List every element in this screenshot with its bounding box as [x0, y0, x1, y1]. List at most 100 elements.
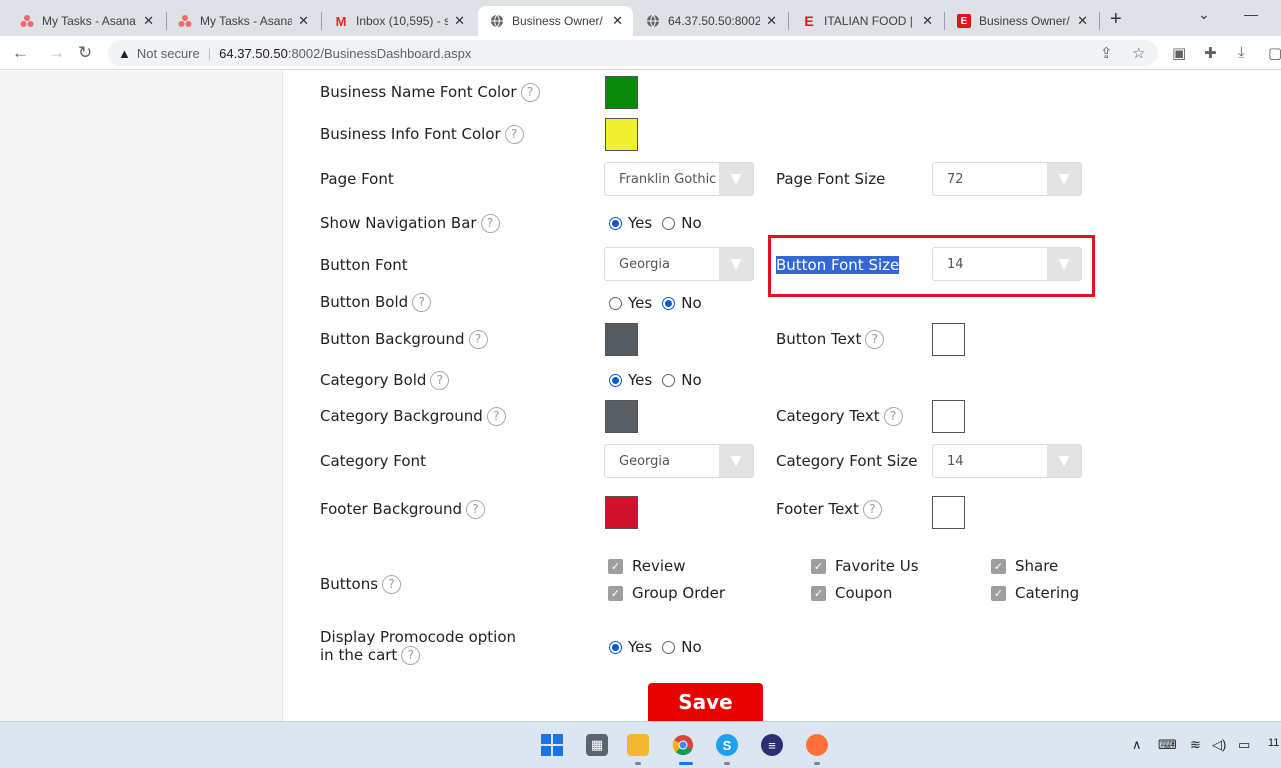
browser-tab-4[interactable]: Business Owner/ ✕ — [478, 6, 633, 36]
help-icon[interactable]: ? — [382, 575, 402, 594]
address-bar[interactable]: ▲ Not secure | 64.37.50.50:8002/Business… — [108, 40, 1158, 66]
file-explorer-icon[interactable] — [627, 734, 649, 756]
coupon-checkbox[interactable]: ✓ Coupon — [811, 584, 892, 602]
tab-title: Business Owner/ — [512, 14, 603, 28]
button-text-swatch[interactable] — [932, 323, 965, 356]
keyboard-icon[interactable]: ⌨ — [1158, 737, 1177, 753]
favorite-us-checkbox[interactable]: ✓ Favorite Us — [811, 557, 919, 575]
review-checkbox[interactable]: ✓ Review — [608, 557, 686, 575]
promocode-yes-radio[interactable] — [609, 640, 622, 654]
category-background-swatch[interactable] — [605, 400, 638, 433]
group-order-checkbox[interactable]: ✓ Group Order — [608, 584, 725, 602]
business-info-font-color-swatch[interactable] — [605, 118, 638, 151]
promocode-label: Display Promocode option in the cart? — [320, 628, 517, 665]
show-navigation-bar-no-radio[interactable] — [662, 216, 676, 230]
download-icon[interactable]: ⤓ — [1238, 44, 1245, 61]
close-tab-icon[interactable]: ✕ — [922, 13, 933, 29]
browser-tab-1[interactable]: My Tasks - Asana ✕ — [8, 6, 164, 36]
help-icon[interactable]: ? — [865, 330, 885, 349]
tab-title: 64.37.50.50:8002 — [668, 14, 761, 28]
button-bold-label: Button Bold? — [320, 293, 432, 312]
category-background-label: Category Background? — [320, 407, 506, 426]
extensions-puzzle-icon[interactable]: ✚ — [1204, 44, 1217, 62]
help-icon[interactable]: ? — [412, 293, 432, 312]
check-icon: ✓ — [811, 585, 826, 601]
side-panel-icon[interactable]: ▢ — [1268, 44, 1281, 62]
category-font-select[interactable]: Georgia ▼ — [604, 444, 754, 478]
calculator-icon[interactable]: ▦ — [586, 734, 608, 756]
tab-strip: My Tasks - Asana ✕ My Tasks - Asana ✕ M … — [0, 0, 1281, 36]
bookmark-star-icon[interactable]: ☆ — [1132, 44, 1145, 62]
help-icon[interactable]: ? — [504, 125, 524, 144]
wifi-icon[interactable]: ≋ — [1190, 737, 1201, 753]
footer-background-swatch[interactable] — [605, 496, 638, 529]
back-icon[interactable]: ← — [12, 43, 29, 63]
close-tab-icon[interactable]: ✕ — [143, 13, 154, 29]
help-icon[interactable]: ? — [862, 500, 882, 519]
url-path: :8002/BusinessDashboard.aspx — [287, 45, 472, 61]
selenium-extension-icon[interactable]: ▣ — [1172, 44, 1186, 62]
windows-start-icon[interactable] — [541, 734, 563, 756]
browser-tab-6[interactable]: E ITALIAN FOOD | ✕ — [790, 6, 943, 36]
globe-icon — [646, 14, 660, 28]
page-font-select[interactable]: Franklin Gothic ▼ — [604, 162, 754, 196]
reload-icon[interactable]: ↻ — [78, 43, 92, 63]
chevron-down-icon: ▼ — [1047, 445, 1081, 477]
catering-checkbox[interactable]: ✓ Catering — [991, 584, 1079, 602]
help-icon[interactable]: ? — [883, 407, 903, 426]
button-font-select[interactable]: Georgia ▼ — [604, 247, 754, 281]
help-icon[interactable]: ? — [486, 407, 506, 426]
help-icon[interactable]: ? — [468, 330, 488, 349]
help-icon[interactable]: ? — [480, 214, 500, 233]
show-navigation-bar-label: Show Navigation Bar? — [320, 214, 500, 233]
close-tab-icon[interactable]: ✕ — [612, 13, 623, 29]
promocode-no-radio[interactable] — [662, 640, 676, 654]
button-bold-no-radio[interactable] — [662, 296, 676, 310]
help-icon[interactable]: ? — [430, 371, 450, 390]
close-tab-icon[interactable]: ✕ — [766, 13, 777, 29]
browser-tab-2[interactable]: My Tasks - Asana ✕ — [166, 6, 319, 36]
firefox-icon[interactable] — [806, 734, 828, 756]
forward-icon[interactable]: → — [48, 43, 65, 63]
close-tab-icon[interactable]: ✕ — [298, 13, 309, 29]
volume-icon[interactable]: ◁) — [1212, 737, 1226, 753]
close-tab-icon[interactable]: ✕ — [1077, 13, 1088, 29]
share-checkbox[interactable]: ✓ Share — [991, 557, 1058, 575]
help-icon[interactable]: ? — [401, 646, 421, 665]
tab-search-icon[interactable]: ⌄ — [1198, 6, 1210, 23]
footer-text-swatch[interactable] — [932, 496, 965, 529]
browser-tab-5[interactable]: 64.37.50.50:8002 ✕ — [634, 6, 787, 36]
battery-icon[interactable]: ▭ — [1238, 737, 1250, 753]
show-hidden-icons-icon[interactable]: ∧ — [1132, 737, 1142, 753]
button-bold-yes-radio[interactable] — [609, 296, 622, 310]
eclipse-icon[interactable]: ≡ — [761, 734, 783, 756]
category-text-label: Category Text? — [776, 407, 903, 426]
show-navigation-bar-yes-radio[interactable] — [609, 216, 622, 230]
page-font-size-select[interactable]: 72 ▼ — [932, 162, 1082, 196]
chrome-icon[interactable] — [672, 734, 694, 756]
category-text-swatch[interactable] — [932, 400, 965, 433]
skype-icon[interactable]: S — [716, 734, 738, 756]
tab-title: My Tasks - Asana — [200, 14, 293, 28]
category-bold-no-radio[interactable] — [662, 373, 676, 387]
help-icon[interactable]: ? — [520, 83, 540, 102]
save-button[interactable]: Save — [648, 683, 763, 723]
business-name-font-color-swatch[interactable] — [605, 76, 638, 109]
clock[interactable]: 11 — [1268, 737, 1279, 749]
check-icon: ✓ — [608, 558, 623, 574]
browser-tab-7[interactable]: E Business Owner/ ✕ — [945, 6, 1098, 36]
chevron-down-icon: ▼ — [719, 163, 753, 195]
close-tab-icon[interactable]: ✕ — [454, 13, 465, 29]
browser-tab-3[interactable]: M Inbox (10,595) - s ✕ — [322, 6, 475, 36]
warning-icon[interactable]: ▲ — [118, 46, 131, 61]
page-font-label: Page Font — [320, 170, 394, 188]
button-background-swatch[interactable] — [605, 323, 638, 356]
category-font-size-select[interactable]: 14 ▼ — [932, 444, 1082, 478]
category-bold-yes-radio[interactable] — [609, 373, 622, 387]
security-label[interactable]: Not secure — [137, 46, 200, 61]
new-tab-icon[interactable]: + — [1110, 8, 1122, 31]
category-font-label: Category Font — [320, 452, 426, 470]
minimize-icon[interactable]: — — [1244, 6, 1258, 22]
share-icon[interactable]: ⇪ — [1100, 44, 1113, 62]
help-icon[interactable]: ? — [465, 500, 485, 519]
